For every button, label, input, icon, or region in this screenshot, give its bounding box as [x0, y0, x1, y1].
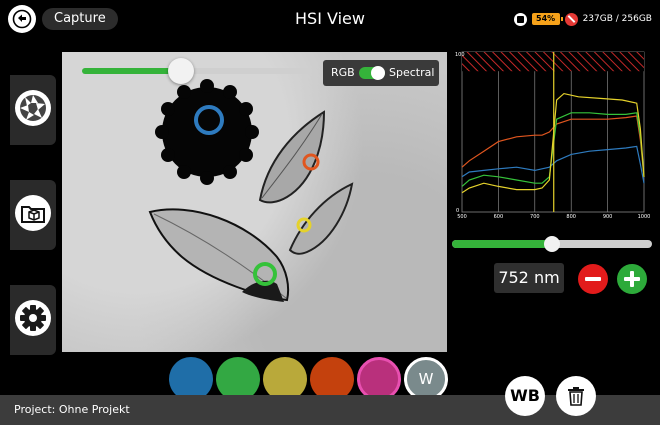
brightness-slider-knob[interactable] — [167, 58, 194, 84]
wavelength-decrease-button[interactable] — [578, 264, 608, 294]
mode-switch[interactable] — [359, 66, 385, 80]
y-tick-label: 0 — [456, 208, 459, 214]
wavelength-slider-fill — [452, 240, 552, 248]
no-network-icon — [564, 12, 578, 26]
project-label: Project: Ohne Projekt — [14, 403, 130, 416]
hsi-image-view[interactable] — [62, 52, 447, 352]
mode-spectral-label: Spectral — [389, 66, 435, 79]
sidebar-item-folder[interactable] — [10, 180, 56, 250]
wavelength-slider[interactable] — [452, 236, 652, 252]
storage-label: 237GB / 256GB — [582, 14, 652, 24]
series-line-3 — [461, 92, 645, 194]
wavelength-value: 752 nm — [494, 263, 564, 293]
y-tick-label: 100 — [455, 52, 465, 58]
white-balance-button[interactable]: WB — [505, 376, 545, 416]
top-bar: Capture HSI View 54% 237GB / 256GB — [0, 0, 660, 38]
x-tick-label: 500 — [457, 214, 467, 220]
sd-card-icon — [513, 12, 527, 26]
leaf-sample-image — [148, 79, 354, 302]
mode-rgb-label: RGB — [331, 66, 355, 79]
x-tick-label: 600 — [494, 214, 504, 220]
x-tick-label: 800 — [566, 214, 576, 220]
brightness-slider-fill — [82, 68, 181, 74]
status-area: 54% 237GB / 256GB — [513, 10, 652, 28]
delete-button[interactable] — [556, 376, 596, 416]
x-tick-label: 700 — [530, 214, 540, 220]
x-tick-label: 900 — [603, 214, 613, 220]
spectrum-chart: 500 600 700 800 900 10001000 — [455, 51, 651, 220]
chart-frame — [461, 51, 645, 213]
wavelength-slider-knob[interactable] — [544, 236, 560, 252]
battery-indicator: 54% — [531, 13, 563, 25]
wavelength-increase-button[interactable] — [617, 264, 647, 294]
trash-icon — [568, 387, 584, 406]
x-tick-label: 1000 — [638, 214, 651, 220]
rgb-spectral-toggle[interactable]: RGB Spectral — [323, 60, 439, 86]
saturation-band — [462, 52, 644, 72]
folder-cube-icon — [15, 195, 51, 231]
gear-icon — [15, 300, 51, 336]
sidebar-item-aperture[interactable] — [10, 75, 56, 145]
brightness-slider[interactable] — [82, 58, 312, 84]
series-line-2 — [461, 112, 645, 187]
sidebar-item-settings[interactable] — [10, 285, 56, 355]
aperture-icon — [15, 90, 51, 126]
